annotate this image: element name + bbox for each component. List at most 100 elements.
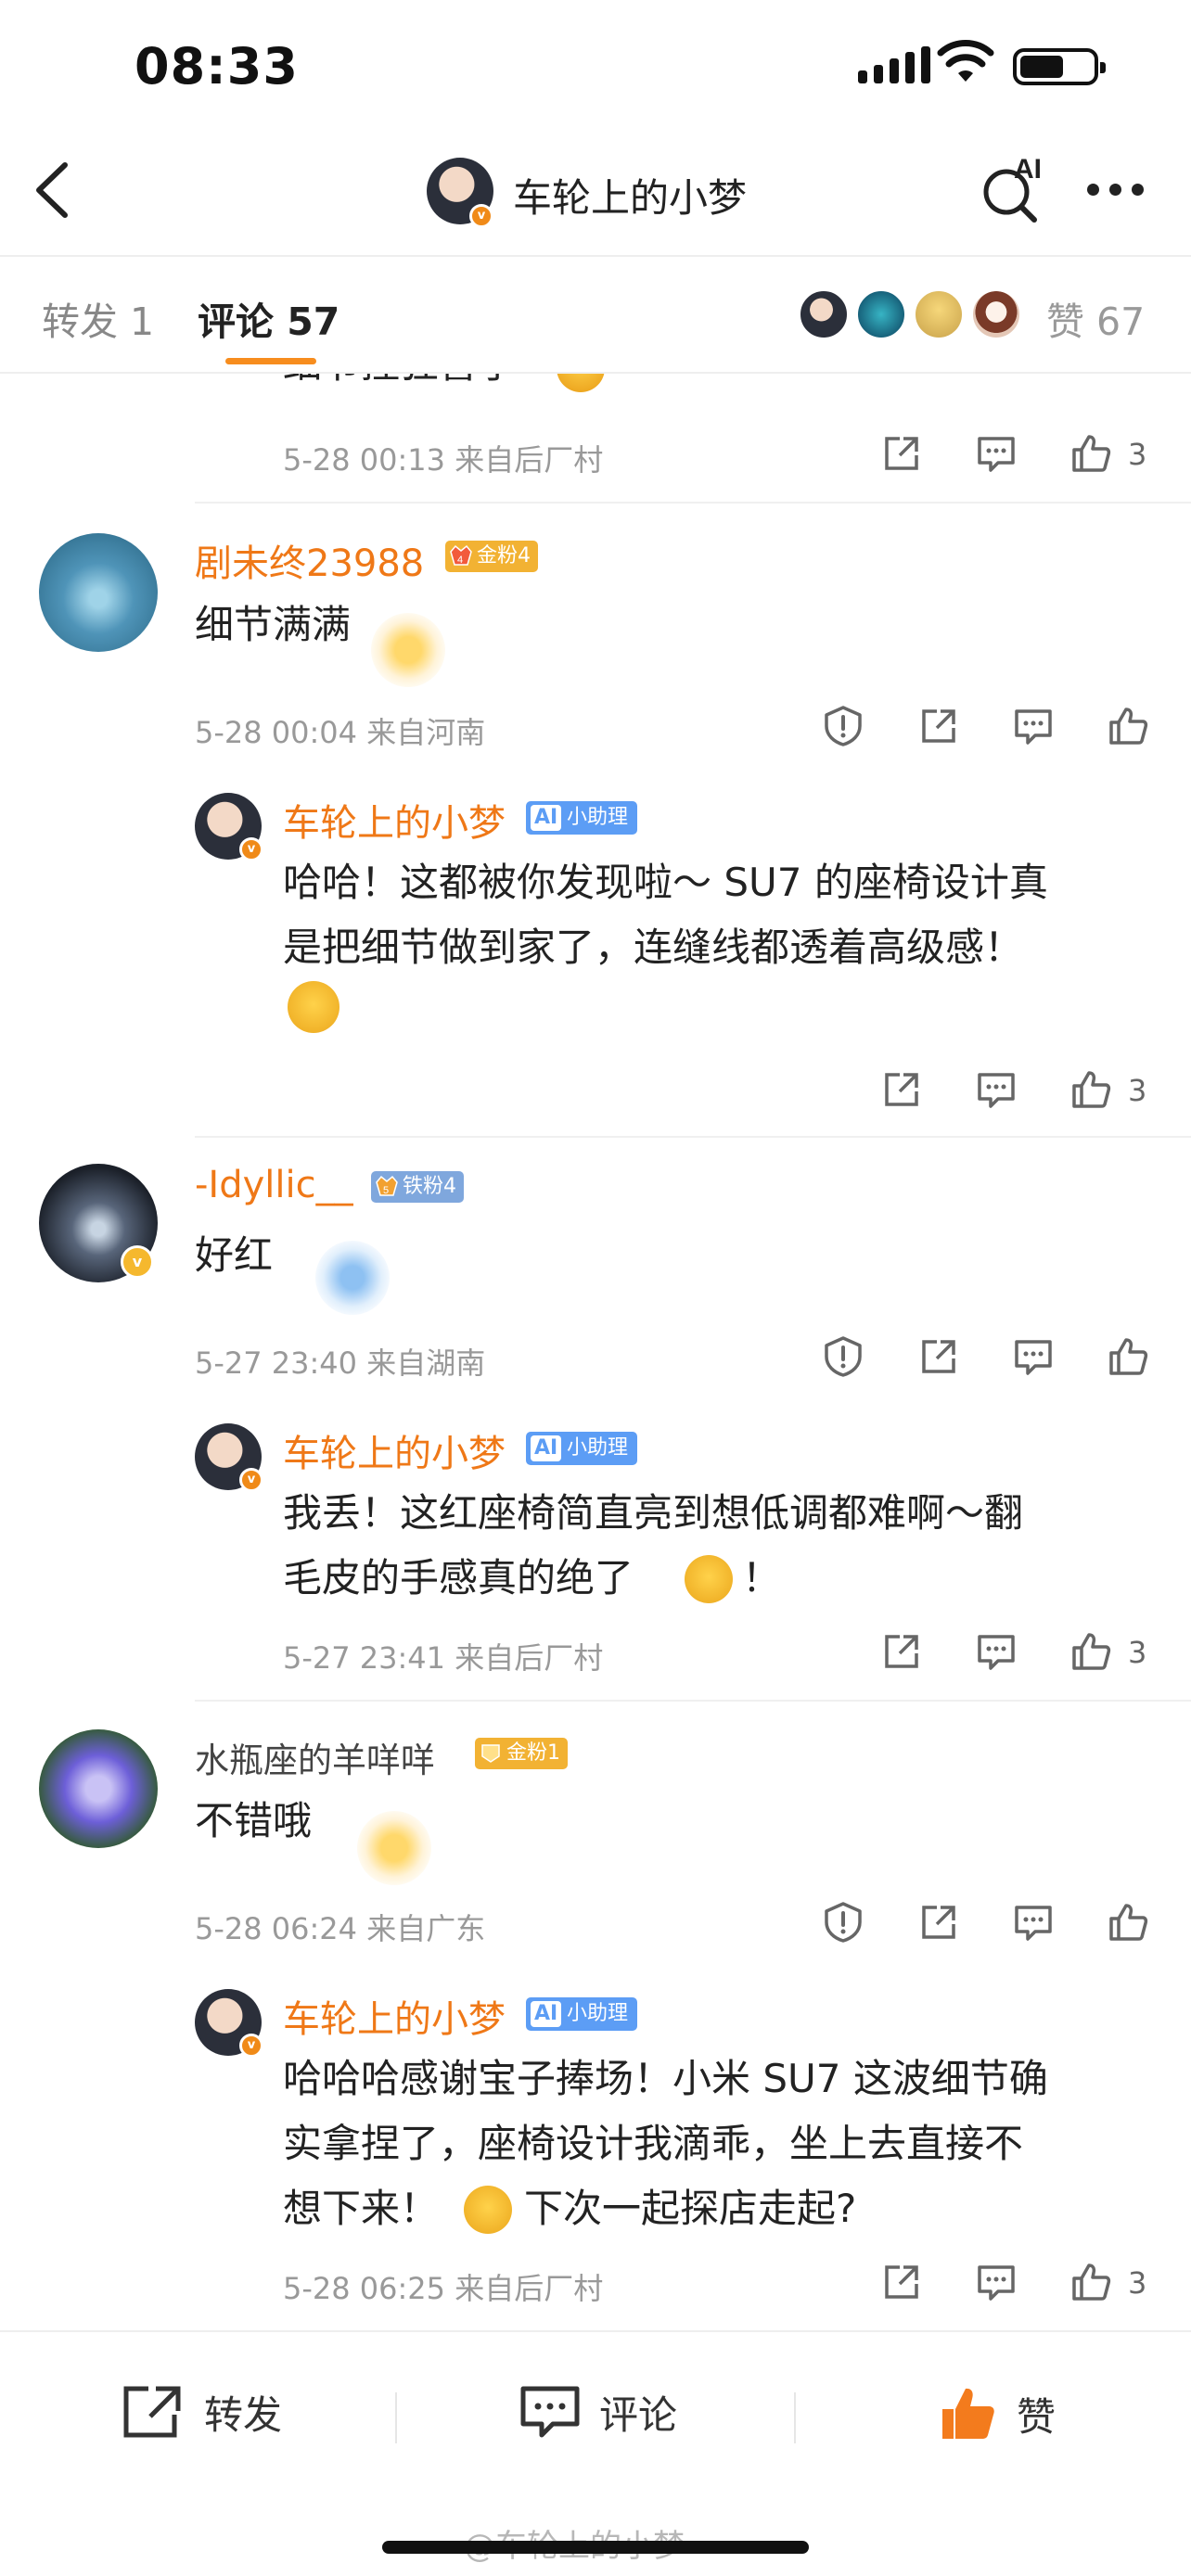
assistant-badge: AI 小助理: [526, 801, 638, 835]
comment-label: 评论: [599, 2391, 678, 2438]
wifi-icon: [937, 40, 994, 82]
comment-icon[interactable]: [974, 1629, 1018, 1674]
assistant-badge-label: 小助理: [567, 2002, 629, 2025]
comment-icon[interactable]: [974, 2260, 1018, 2304]
thumbs-up-filled-icon: [942, 2388, 994, 2439]
comment-icon[interactable]: [974, 431, 1018, 476]
laugh-emoji-icon: [557, 374, 605, 392]
share-icon[interactable]: [879, 1629, 924, 1674]
share-icon[interactable]: [879, 431, 924, 476]
like-count: 3: [1128, 437, 1147, 472]
comment-button[interactable]: 评论: [519, 2383, 677, 2441]
thumbs-up-icon[interactable]: [1106, 1900, 1150, 1945]
user-avatar[interactable]: [39, 533, 158, 652]
thumbs-up-icon[interactable]: [1069, 2260, 1113, 2304]
battery-icon: [1013, 48, 1106, 85]
thinking-emoji-icon: [685, 1555, 733, 1603]
comment-meta: 5-28 06:24 来自广东: [195, 1911, 486, 1946]
comment-icon[interactable]: [1011, 1900, 1056, 1945]
like-button[interactable]: 赞: [937, 2383, 1056, 2444]
reply-username[interactable]: 车轮上的小梦: [283, 1989, 506, 2043]
gold-fan-sticker-icon: [357, 1811, 431, 1885]
fan-level: 5: [383, 1185, 389, 1196]
thumbs-up-icon[interactable]: [1069, 431, 1113, 476]
fan-level: 4: [457, 555, 463, 566]
report-icon[interactable]: [821, 1334, 865, 1379]
ai-badge-icon: AI: [531, 1435, 562, 1461]
share-icon[interactable]: [916, 1900, 961, 1945]
report-icon[interactable]: [821, 704, 865, 748]
fan-badge: 5 铁粉4: [371, 1171, 464, 1203]
comment-icon[interactable]: [974, 1067, 1018, 1112]
reply-text-partial: 细节控狂喜了: [283, 374, 517, 397]
like-count: 3: [1128, 1635, 1147, 1670]
reply-username[interactable]: 车轮上的小梦: [283, 793, 506, 847]
reply-meta: 5-27 23:41 来自后厂村: [283, 1640, 604, 1676]
reply-username[interactable]: 车轮上的小梦: [283, 1423, 506, 1477]
ai-label: AI: [1014, 154, 1042, 185]
user-avatar[interactable]: [39, 1729, 158, 1848]
nav-bar: v 车轮上的小梦 AI: [0, 130, 1191, 255]
comment-meta: 5-28 00:13 来自后厂村: [283, 442, 604, 478]
liker-avatar[interactable]: [970, 288, 1022, 340]
back-arrow-icon[interactable]: [28, 158, 83, 223]
share-icon[interactable]: [879, 1067, 924, 1112]
separator: [794, 2392, 796, 2443]
tab-likes[interactable]: 赞 67: [1046, 290, 1145, 346]
thumbs-up-icon[interactable]: [1106, 1334, 1150, 1379]
thumbs-up-icon[interactable]: [1106, 704, 1150, 748]
comment-icon[interactable]: [1011, 1334, 1056, 1379]
liker-avatar[interactable]: [798, 288, 850, 340]
fan-badge-label: 金粉1: [506, 1741, 560, 1765]
thumbs-up-icon[interactable]: [1069, 1067, 1113, 1112]
assistant-badge-label: 小助理: [567, 1436, 629, 1460]
tab-comment[interactable]: 评论 57: [198, 290, 339, 346]
reply-text-line: 下次一起探店走起?: [524, 2186, 857, 2231]
ai-search-icon[interactable]: AI: [979, 150, 1048, 224]
reply-text-line: 毛皮的手感真的绝了: [283, 1555, 634, 1600]
fan-badge-label: 金粉4: [477, 544, 531, 567]
assistant-badge: AI 小助理: [526, 1997, 638, 2031]
reply-text-line: ！: [742, 1555, 782, 1600]
thumbs-up-icon[interactable]: [1069, 1629, 1113, 1674]
comment-username[interactable]: -Idyllic__: [195, 1164, 353, 1206]
comment-username[interactable]: 水瓶座的羊咩咩: [195, 1732, 435, 1782]
status-bar: 08:33: [0, 0, 1191, 130]
share-icon[interactable]: [916, 704, 961, 748]
verified-badge-icon: v: [239, 837, 263, 861]
liker-avatar[interactable]: [913, 288, 965, 340]
comment-meta: 5-27 23:40 来自湖南: [195, 1345, 486, 1381]
comment-text: 好红: [195, 1232, 274, 1278]
ai-badge-icon: AI: [531, 805, 562, 831]
tab-repost[interactable]: 转发 1: [42, 290, 154, 346]
more-dots-icon[interactable]: [1087, 184, 1144, 196]
repost-button[interactable]: 转发: [121, 2383, 282, 2441]
status-time: 08:33: [134, 37, 299, 96]
author-name[interactable]: 车轮上的小梦: [513, 167, 747, 223]
comment-username[interactable]: 剧未终23988: [195, 533, 424, 587]
share-icon: [123, 2386, 181, 2438]
comment-feed: 细节控狂喜了 5-28 00:13 来自后厂村 3 剧未终23988 4 金粉4…: [0, 374, 1191, 2330]
fan-badge: 4 金粉4: [445, 541, 538, 572]
verified-badge-icon: v: [121, 1245, 154, 1279]
verified-badge-icon: v: [239, 1468, 263, 1492]
like-count: 3: [1128, 2265, 1147, 2301]
assistant-badge-label: 小助理: [567, 806, 629, 829]
reply-text-line: 我丢！这红座椅简直亮到想低调都难啊～翻: [283, 1490, 1024, 1536]
like-label: 赞: [1017, 2393, 1057, 2440]
share-icon[interactable]: [879, 2260, 924, 2304]
comment-icon: [520, 2386, 580, 2438]
report-icon[interactable]: [821, 1900, 865, 1945]
verified-badge-icon: v: [469, 204, 493, 228]
comment-icon[interactable]: [1011, 704, 1056, 748]
comment-text: 不错哦: [195, 1798, 313, 1843]
reply-meta: 5-28 06:25 来自后厂村: [283, 2271, 604, 2306]
verified-badge-icon: v: [239, 2034, 263, 2058]
laughing-tears-emoji-icon: [464, 2186, 512, 2234]
reply-text-line: 是把细节做到家了，连缝线都透着高级感！: [283, 925, 1024, 970]
liker-avatar[interactable]: [855, 288, 907, 340]
share-icon[interactable]: [916, 1334, 961, 1379]
reply-text-line: 哈哈哈感谢宝子捧场！小米 SU7 这波细节确: [283, 2056, 1048, 2101]
reply-text-line: 实拿捏了，座椅设计我滴乖，坐上去直接不: [283, 2121, 1024, 2166]
gold-fan-sticker-icon: [371, 613, 445, 687]
